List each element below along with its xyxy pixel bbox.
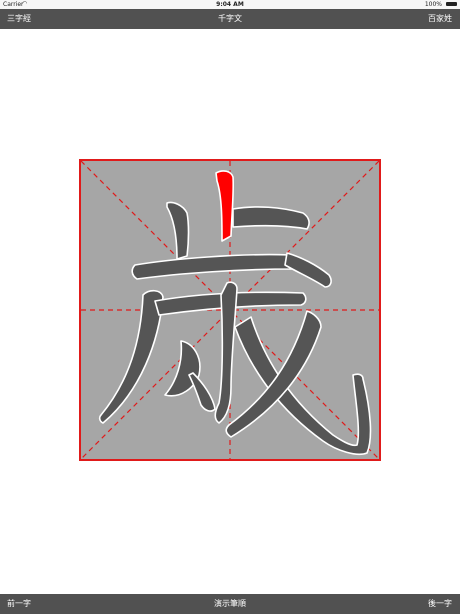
thousand-character-classic-button[interactable]: 千字文 [218,14,242,23]
battery-percent: 100% [424,1,442,8]
character-canvas[interactable] [79,159,381,461]
battery-icon [446,2,457,6]
character-stroke [131,253,298,280]
top-toolbar: 三字經 千字文 百家姓 [0,9,460,29]
previous-character-button[interactable]: 前一字 [7,594,31,614]
character-stroke [188,372,216,412]
clock: 9:04 AM [216,1,244,8]
status-bar: Carrier ◠ 9:04 AM 100% [0,0,460,9]
three-character-classic-button[interactable]: 三字經 [7,9,31,29]
character-stroke [284,252,332,288]
active-stroke [215,170,235,242]
character-drawing [81,161,379,459]
next-character-button[interactable]: 後一字 [428,594,452,614]
hundred-family-surnames-button[interactable]: 百家姓 [428,9,452,29]
app-screen: Carrier ◠ 9:04 AM 100% 三字經 千字文 百家姓 前一字 演… [0,0,460,614]
demonstrate-stroke-order-button[interactable]: 演示筆順 [214,599,246,608]
bottom-toolbar: 前一字 演示筆順 後一字 [0,594,460,614]
character-stroke [232,206,310,230]
